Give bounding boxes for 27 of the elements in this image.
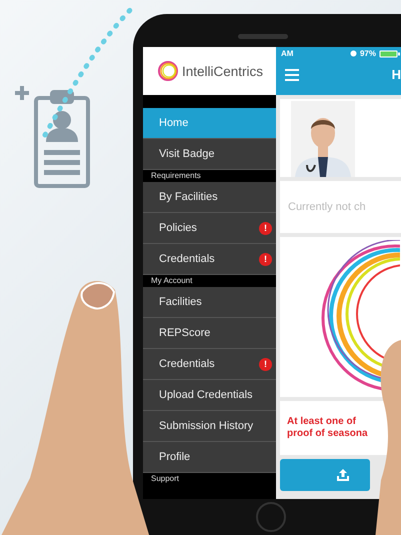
battery-percent: 97% <box>360 49 376 58</box>
upload-icon <box>336 469 350 481</box>
menu-item[interactable]: By Facilities <box>143 182 276 213</box>
menu-item[interactable]: Profile <box>143 442 276 473</box>
ring-logo-icon <box>157 60 179 82</box>
menu-item[interactable]: Visit Badge <box>143 139 276 170</box>
status-text: Currently not ch <box>288 201 366 213</box>
menu-item[interactable]: Submission History <box>143 411 276 442</box>
menu-item[interactable]: Credentials ! <box>143 349 276 380</box>
screen-title: H <box>392 67 401 82</box>
speaker-slot <box>238 34 288 39</box>
home-button[interactable] <box>256 502 286 532</box>
logo-text: IntelliCentrics <box>182 64 264 78</box>
upload-button[interactable] <box>280 459 370 491</box>
menu-item[interactable]: Upload Credentials <box>143 380 276 411</box>
menu-icon[interactable] <box>285 68 299 80</box>
alarm-icon <box>350 50 357 57</box>
section-header: Requirements <box>150 170 202 182</box>
menu-item[interactable]: Policies ! <box>143 213 276 244</box>
menu-item[interactable]: Credentials ! <box>143 244 276 275</box>
warning-text: At least one of proof of seasona <box>287 416 368 440</box>
section-header: Support <box>150 473 180 485</box>
section-header: My Account <box>150 275 194 287</box>
battery-icon <box>379 50 401 58</box>
menu-item[interactable]: Facilities <box>143 287 276 318</box>
status-time: AM <box>281 49 294 58</box>
menu-item[interactable]: REPScore <box>143 318 276 349</box>
